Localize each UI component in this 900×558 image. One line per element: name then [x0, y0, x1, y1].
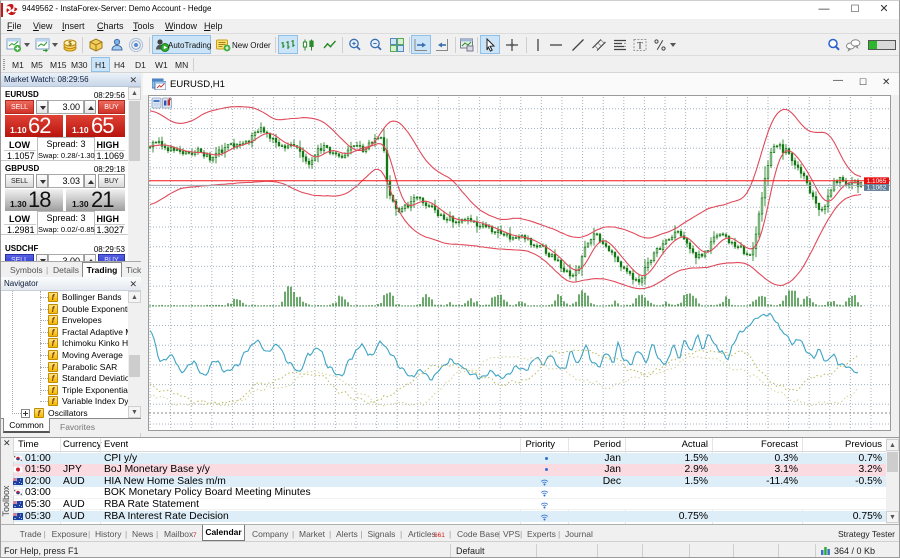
svg-text:1.1062: 1.1062 [867, 185, 887, 192]
svg-text:T: T [637, 41, 643, 51]
